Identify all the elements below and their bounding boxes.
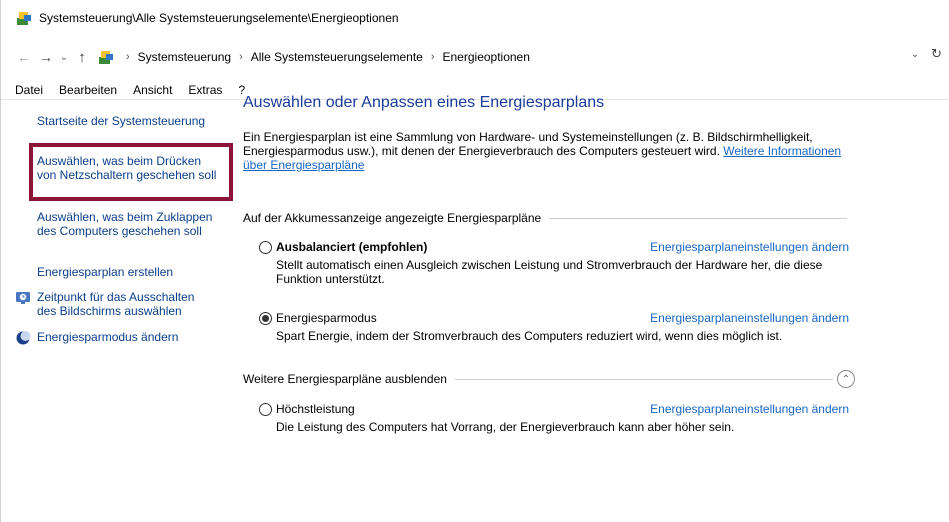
breadcrumb-energieoptionen[interactable]: Energieoptionen xyxy=(440,50,533,64)
back-button[interactable]: ← xyxy=(13,46,35,68)
forward-button[interactable]: → xyxy=(35,46,57,68)
menu-ansicht[interactable]: Ansicht xyxy=(133,83,172,97)
change-plan-settings-link[interactable]: Energiesparplaneinstellungen ändern xyxy=(650,240,849,254)
sidebar-home-link[interactable]: Startseite der Systemsteuerung xyxy=(37,114,205,128)
plan-power-saver: Energiesparmodus Energiesparplaneinstell… xyxy=(259,310,849,343)
additional-plans-section: Weitere Energiesparpläne ausblenden ⌃ xyxy=(243,370,855,388)
recent-locations-icon[interactable]: ⌄ xyxy=(57,46,71,68)
breadcrumb: › Systemsteuerung › Alle Systemsteuerung… xyxy=(97,46,533,68)
sidebar-item-lid-close[interactable]: Auswählen, was beim Zuklappen des Comput… xyxy=(37,210,217,238)
radio-high-performance[interactable] xyxy=(259,402,272,416)
energy-options-window: Systemsteuerung\Alle Systemsteuerungsele… xyxy=(0,0,949,522)
radio-balanced[interactable] xyxy=(259,240,272,254)
change-plan-settings-link[interactable]: Energiesparplaneinstellungen ändern xyxy=(650,402,849,416)
title-bar: Systemsteuerung\Alle Systemsteuerungsele… xyxy=(1,0,949,36)
plan-description: Spart Energie, indem der Stromverbrauch … xyxy=(276,329,783,343)
plan-high-performance: Höchstleistung Energiesparplaneinstellun… xyxy=(259,401,849,434)
address-bar: ← → ⌄ ↑ › Systemsteuerung › Alle Systems… xyxy=(1,42,949,72)
up-button[interactable]: ↑ xyxy=(71,46,93,68)
window-title: Systemsteuerung\Alle Systemsteuerungsele… xyxy=(39,11,399,25)
plan-description: Stellt automatisch einen Ausgleich zwisc… xyxy=(276,258,823,286)
chevron-right-icon[interactable]: › xyxy=(234,51,248,63)
section-heading[interactable]: Weitere Energiesparpläne ausblenden xyxy=(243,372,447,386)
breadcrumb-alle-elemente[interactable]: Alle Systemsteuerungselemente xyxy=(248,50,426,64)
control-panel-icon xyxy=(99,51,113,64)
battery-plans-section: Auf der Akkumessanzeige angezeigte Energ… xyxy=(243,211,847,225)
control-panel-icon xyxy=(17,12,31,25)
menu-extras[interactable]: Extras xyxy=(188,83,222,97)
chevron-right-icon[interactable]: › xyxy=(121,51,135,63)
change-plan-settings-link[interactable]: Energiesparplaneinstellungen ändern xyxy=(650,311,849,325)
divider xyxy=(549,217,847,219)
menu-bearbeiten[interactable]: Bearbeiten xyxy=(59,83,117,97)
plan-name[interactable]: Höchstleistung xyxy=(276,402,355,416)
plan-name[interactable]: Energiesparmodus xyxy=(276,311,377,325)
breadcrumb-systemsteuerung[interactable]: Systemsteuerung xyxy=(135,50,234,64)
chevron-up-icon[interactable]: ⌃ xyxy=(837,370,855,388)
sidebar-item-display-off[interactable]: Zeitpunkt für das Ausschalten des Bildsc… xyxy=(37,290,217,318)
plan-name[interactable]: Ausbalanciert (empfohlen) xyxy=(276,240,427,254)
address-actions: ⌄ ↻ xyxy=(911,46,942,62)
plan-description: Die Leistung des Computers hat Vorrang, … xyxy=(276,420,735,434)
display-clock-icon xyxy=(16,292,30,304)
sidebar-item-sleep-mode[interactable]: Energiesparmodus ändern xyxy=(37,330,178,344)
radio-power-saver[interactable] xyxy=(259,311,272,325)
refresh-icon[interactable]: ↻ xyxy=(931,46,942,62)
intro-text: Ein Energiesparplan ist eine Sammlung vo… xyxy=(243,130,843,172)
sidebar-item-create-plan[interactable]: Energiesparplan erstellen xyxy=(37,265,173,279)
address-dropdown-icon[interactable]: ⌄ xyxy=(911,49,919,60)
chevron-right-icon[interactable]: › xyxy=(426,51,440,63)
moon-icon xyxy=(16,331,31,345)
divider xyxy=(454,378,833,380)
menu-datei[interactable]: Datei xyxy=(15,83,43,97)
page-title: Auswählen oder Anpassen eines Energiespa… xyxy=(243,94,605,111)
section-heading: Auf der Akkumessanzeige angezeigte Energ… xyxy=(243,211,542,225)
sidebar-item-power-buttons[interactable]: Auswählen, was beim Drücken von Netzscha… xyxy=(37,154,217,182)
plan-balanced: Ausbalanciert (empfohlen) Energiesparpla… xyxy=(259,239,849,286)
